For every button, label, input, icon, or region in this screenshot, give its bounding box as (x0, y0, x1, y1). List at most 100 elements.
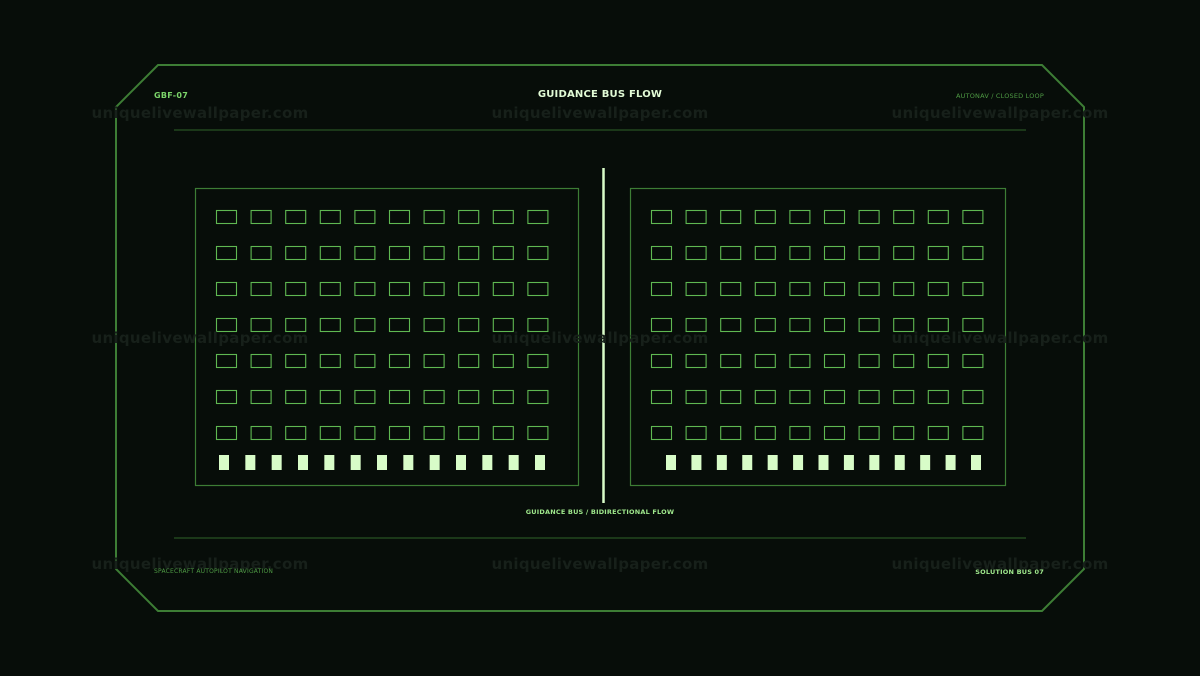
grid-cell (720, 245, 742, 261)
grid-cell (250, 389, 272, 405)
grid-cell (823, 245, 846, 261)
grid-cell (823, 281, 846, 297)
grid-cell (423, 245, 445, 261)
grid-cell (650, 245, 673, 261)
grid-cell (527, 281, 549, 297)
watermark-text: uniquelivewallpaper.com (491, 104, 709, 122)
status-indicator (429, 455, 440, 470)
grid-cell (789, 389, 811, 405)
grid-cell (492, 389, 514, 405)
grid-cell (754, 209, 776, 225)
grid-cell (962, 353, 984, 369)
status-indicator (716, 455, 727, 470)
status-indicator (691, 455, 702, 470)
status-indicator (971, 455, 981, 470)
grid-cell (388, 353, 411, 369)
grid-cell (527, 245, 549, 261)
grid-cell (893, 353, 915, 369)
grid-cell (458, 353, 480, 369)
grid-cell (215, 245, 238, 261)
grid-cell (858, 281, 880, 297)
grid-cell (215, 209, 238, 225)
grid-cell (285, 281, 307, 297)
grid-cell (927, 281, 949, 297)
grid-cell (285, 425, 307, 441)
grid-cell (492, 245, 514, 261)
status-indicator (535, 455, 545, 470)
grid-cell (650, 281, 673, 297)
status-indicator (350, 455, 361, 470)
grid-cell (250, 281, 272, 297)
grid-cell (285, 245, 307, 261)
grid-cell (754, 389, 776, 405)
grid-cell (962, 245, 984, 261)
grid-cell (285, 353, 307, 369)
grid-cell (492, 353, 514, 369)
grid-cell (250, 245, 272, 261)
grid-cell (720, 353, 742, 369)
grid-cell (754, 245, 776, 261)
grid-cell (527, 353, 549, 369)
grid-cell (927, 389, 949, 405)
grid-cell (893, 245, 915, 261)
footer-bus-label: SOLUTION BUS 07 (975, 568, 1044, 576)
status-indicator (843, 455, 854, 470)
status-indicator (298, 455, 308, 470)
status-indicator (869, 455, 880, 470)
grid-cell (458, 389, 480, 405)
grid-cell (893, 425, 915, 441)
grid-cell (215, 425, 238, 441)
grid-cell (423, 353, 445, 369)
grid-cell (789, 425, 811, 441)
grid-cell (319, 389, 341, 405)
grid-cell (927, 425, 949, 441)
grid-cell (858, 425, 880, 441)
grid-cell (388, 281, 411, 297)
bus-caption: GUIDANCE BUS / BIDIRECTIONAL FLOW (525, 508, 675, 516)
grid-cell (458, 425, 480, 441)
grid-cell (962, 209, 984, 225)
grid-cell (927, 353, 949, 369)
grid-cell (319, 209, 341, 225)
grid-cell (720, 425, 742, 441)
grid-cell (823, 389, 846, 405)
grid-cell (354, 353, 376, 369)
status-indicator (767, 455, 778, 470)
grid-cell (754, 281, 776, 297)
grid-cell (685, 425, 707, 441)
grid-cell (354, 245, 376, 261)
grid-cell (893, 209, 915, 225)
watermark-text: uniquelivewallpaper.com (891, 104, 1109, 122)
grid-cell (650, 209, 673, 225)
grid-cell (858, 389, 880, 405)
grid-cell (858, 353, 880, 369)
status-indicator (403, 455, 414, 470)
status-indicator (920, 455, 931, 470)
grid-cell (388, 425, 411, 441)
grid-cell (354, 209, 376, 225)
grid-cell (458, 209, 480, 225)
grid-cell (823, 209, 846, 225)
grid-cell (285, 389, 307, 405)
grid-cell (685, 353, 707, 369)
grid-cell (215, 281, 238, 297)
grid-cell (720, 209, 742, 225)
grid-cell (354, 389, 376, 405)
grid-cell (423, 389, 445, 405)
grid-cell (858, 245, 880, 261)
grid-cell (720, 389, 742, 405)
status-indicator (245, 455, 256, 470)
status-indicator (482, 455, 493, 470)
grid-cell (250, 425, 272, 441)
grid-cell (319, 425, 341, 441)
status-indicator (742, 455, 753, 470)
grid-cell (458, 281, 480, 297)
grid-cell (789, 353, 811, 369)
watermark-text: uniquelivewallpaper.com (91, 104, 309, 122)
grid-cell (789, 281, 811, 297)
grid-cell (423, 281, 445, 297)
grid-cell (962, 281, 984, 297)
grid-cell (789, 209, 811, 225)
grid-cell (685, 281, 707, 297)
grid-cell (685, 245, 707, 261)
